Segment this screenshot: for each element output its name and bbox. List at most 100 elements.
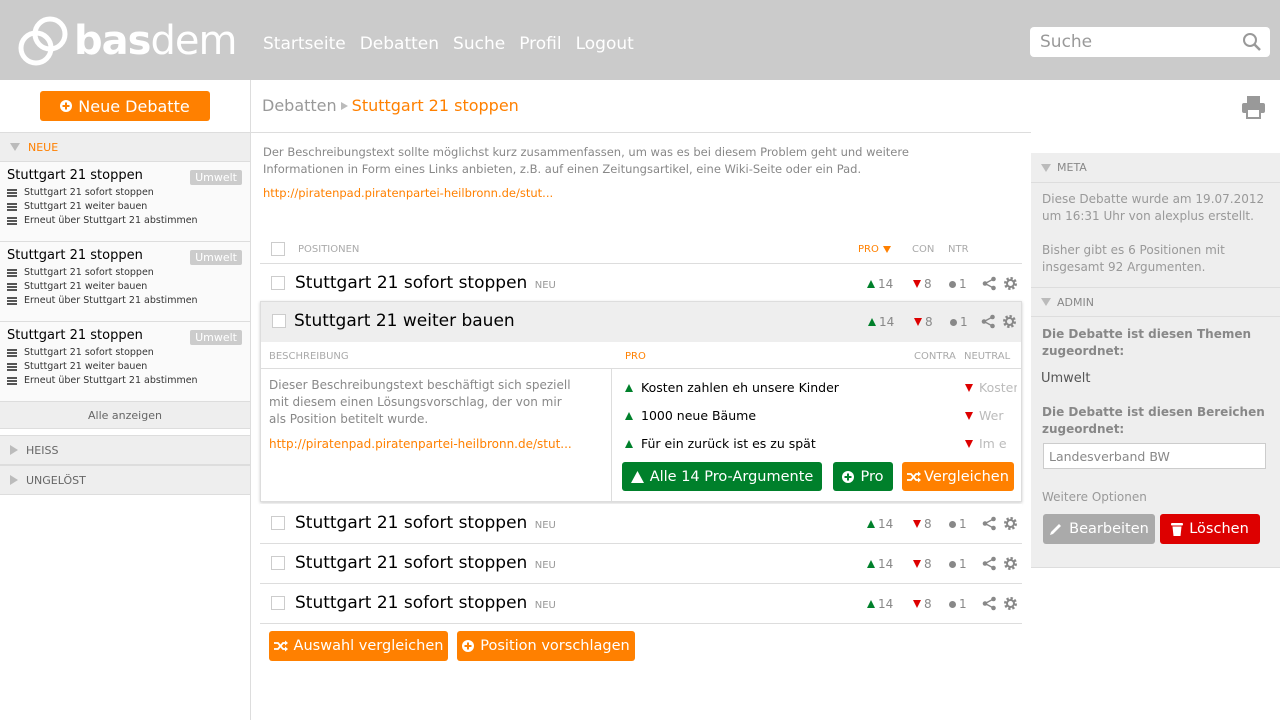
neutral-dot-icon [949,520,956,528]
col-pro[interactable]: PRO [625,351,646,362]
position-description: Dieser Beschreibungstext beschäftigt sic… [269,378,571,426]
pro-arrow-icon [867,560,875,568]
section-ungeloest[interactable]: UNGELÖST [0,465,250,495]
plus-circle-icon [842,470,855,483]
neutral-count-value: 1 [959,277,967,291]
area-field[interactable] [1043,443,1266,469]
propose-position-button[interactable]: Position vorschlagen [457,631,635,661]
nav-suche[interactable]: Suche [453,34,505,54]
collapse-icon [10,475,18,485]
share-icon[interactable] [981,314,996,329]
nav-startseite[interactable]: Startseite [263,34,346,54]
description-link[interactable]: http://piratenpad.piratenpartei-heilbron… [263,186,553,200]
col-pro-sort[interactable]: PRO [858,244,891,255]
con-argument[interactable]: Kosten [965,380,1017,395]
con-count-value: 8 [924,557,932,571]
sub-item[interactable]: Stuttgart 21 weiter bauen [7,201,243,212]
con-count: 8 [914,315,950,329]
meta-header[interactable]: META [1031,153,1280,183]
share-icon[interactable] [982,596,997,611]
nav-debatten[interactable]: Debatten [360,34,439,54]
gear-icon[interactable] [1003,556,1018,571]
compare-selection-button[interactable]: Auswahl vergleichen [269,631,448,661]
nav-logout[interactable]: Logout [576,34,634,54]
section-neue[interactable]: NEUE [0,132,250,162]
pro-count-value: 14 [878,277,894,291]
pro-argument[interactable]: Kosten zahlen eh unsere Kinder [625,380,839,395]
breadcrumb: Debatten Stuttgart 21 stoppen [262,96,519,115]
list-icon [7,188,17,197]
col-ntr[interactable]: NTR [948,244,969,255]
show-all-link[interactable]: Alle anzeigen [0,402,250,429]
sub-item-label: Stuttgart 21 sofort stoppen [24,187,154,198]
sub-item[interactable]: Stuttgart 21 weiter bauen [7,281,243,292]
gear-icon[interactable] [1003,516,1018,531]
triangle-up-icon [630,470,644,483]
position-link[interactable]: http://piratenpad.piratenpartei-heilbron… [269,437,572,451]
col-contra[interactable]: CONTRA [914,351,956,362]
pro-argument[interactable]: Für ein zurück ist es zu spät [625,436,816,451]
pro-arrow-icon [867,280,875,288]
position-title-text: Stuttgart 21 sofort stoppen [295,513,528,533]
sub-item[interactable]: Stuttgart 21 weiter bauen [7,361,243,372]
sub-item[interactable]: Erneut über Stuttgart 21 abstimmen [7,215,243,226]
all-pro-arguments-button[interactable]: Alle 14 Pro-Argumente [622,462,822,491]
share-icon[interactable] [982,556,997,571]
col-neutral[interactable]: NEUTRAL [964,351,1010,362]
row-stats: 14 8 1 [868,315,980,329]
sub-item[interactable]: Stuttgart 21 sofort stoppen [7,187,243,198]
pro-argument-text: 1000 neue Bäume [641,408,757,423]
collapse-icon [10,445,18,455]
add-pro-button[interactable]: Pro [833,462,893,491]
new-debate-button[interactable]: Neue Debatte [40,91,210,121]
position-title[interactable]: Stuttgart 21 sofort stoppen NEU [295,593,556,613]
con-argument[interactable]: Wer [965,408,1017,423]
edit-button[interactable]: Bearbeiten [1043,514,1155,544]
section-heiss[interactable]: HEISS [0,435,250,465]
sub-item-label: Stuttgart 21 weiter bauen [24,201,148,212]
list-item: Stuttgart 21 stoppen Umwelt Stuttgart 21… [0,322,250,402]
logo[interactable]: basdem [14,12,237,70]
gear-icon[interactable] [1003,276,1018,291]
compare-button[interactable]: Vergleichen [902,462,1014,491]
sub-item[interactable]: Erneut über Stuttgart 21 abstimmen [7,295,243,306]
row-checkbox[interactable] [271,556,285,570]
share-icon[interactable] [982,516,997,531]
list-icon [7,348,17,357]
row-checkbox[interactable] [272,314,286,328]
con-arrow-icon [914,318,922,326]
gear-icon[interactable] [1002,314,1017,329]
admin-header[interactable]: ADMIN [1031,287,1280,317]
row-checkbox[interactable] [271,596,285,610]
position-title[interactable]: Stuttgart 21 weiter bauen [294,311,515,331]
select-all-checkbox[interactable] [271,242,285,256]
delete-button[interactable]: Löschen [1160,514,1260,544]
propose-position-label: Position vorschlagen [480,638,630,654]
search-icon[interactable] [1242,32,1262,52]
expanded-position: Stuttgart 21 weiter bauen 14 8 1 BESCHRE… [260,301,1022,502]
nav-profil[interactable]: Profil [519,34,561,54]
gear-icon[interactable] [1003,596,1018,611]
sub-item[interactable]: Stuttgart 21 sofort stoppen [7,267,243,278]
topic-tag[interactable]: Umwelt [1041,371,1091,386]
sub-item-label: Stuttgart 21 sofort stoppen [24,347,154,358]
print-icon[interactable] [1241,95,1266,119]
position-title[interactable]: Stuttgart 21 sofort stoppen NEU [295,553,556,573]
position-title[interactable]: Stuttgart 21 sofort stoppen NEU [295,513,556,533]
col-con[interactable]: CON [912,244,934,255]
row-checkbox[interactable] [271,276,285,290]
con-argument[interactable]: Im e [965,436,1017,451]
divider [611,369,612,501]
logo-light: dem [150,18,237,64]
section-ungeloest-label: UNGELÖST [26,473,86,487]
sub-item[interactable]: Erneut über Stuttgart 21 abstimmen [7,375,243,386]
row-checkbox[interactable] [271,516,285,530]
pro-argument[interactable]: 1000 neue Bäume [625,408,756,423]
position-title[interactable]: Stuttgart 21 sofort stoppen NEU [295,273,556,293]
share-icon[interactable] [982,276,997,291]
list-icon [7,376,17,385]
search-input[interactable] [1030,27,1230,57]
sub-item-label: Erneut über Stuttgart 21 abstimmen [24,295,198,306]
breadcrumb-root[interactable]: Debatten [262,96,337,115]
sub-item[interactable]: Stuttgart 21 sofort stoppen [7,347,243,358]
